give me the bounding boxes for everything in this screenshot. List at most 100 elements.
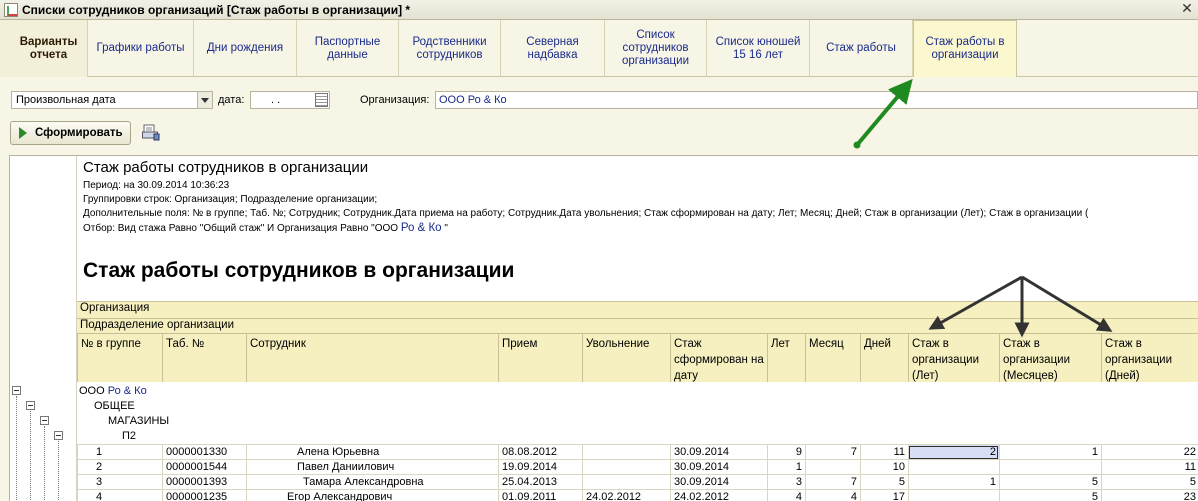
generate-label: Сформировать (35, 127, 123, 139)
cell-tab-no: 0000001235 (162, 490, 246, 501)
cell-asof: 30.09.2014 (670, 445, 767, 460)
cell-asof: 24.02.2012 (670, 490, 767, 501)
group-org: ООО Ро & Ко (79, 385, 147, 397)
cell-group-no: 1 (77, 445, 162, 460)
report-spreadsheet[interactable]: Стаж работы сотрудников в организации Пе… (9, 155, 1198, 501)
cell-fire (582, 445, 670, 460)
col-header-tab-no: Таб. № (162, 333, 246, 382)
cell-months: 7 (805, 475, 860, 490)
cell-tab-no: 0000001330 (162, 445, 246, 460)
cell-tab-no: 0000001544 (162, 460, 246, 475)
col-header-group-no: № в группе (77, 333, 162, 382)
tree-line (58, 441, 59, 501)
tab-employee-relatives[interactable]: Родственники сотрудников (399, 20, 501, 77)
collapse-dept2-icon[interactable] (40, 416, 49, 425)
tab-report-variants[interactable]: Варианты отчета (0, 20, 88, 77)
report-period: Период: на 30.09.2014 10:36:23 (83, 180, 230, 191)
cell-days: 11 (860, 445, 908, 460)
date-input[interactable]: . . (250, 91, 330, 109)
header-band-dept: Подразделение организации (77, 318, 1198, 334)
cell-org-years-selected[interactable]: 2 (908, 445, 999, 460)
cell-months (805, 460, 860, 475)
play-icon (19, 127, 27, 139)
organization-input[interactable]: ООО Ро & Ко (435, 91, 1198, 109)
cell-group-no: 2 (77, 460, 162, 475)
cell-org-months: 5 (999, 475, 1101, 490)
report-variant-tabs: Варианты отчета Графики работы Дни рожде… (0, 20, 1198, 77)
collapse-dept1-icon[interactable] (26, 401, 35, 410)
cell-org-years: 1 (908, 475, 999, 490)
cell-org-months: 1 (999, 445, 1101, 460)
collapse-dept3-icon[interactable] (54, 431, 63, 440)
date-value: . . (271, 94, 281, 106)
table-row[interactable]: 1 0000001330 Алена Юрьевна 08.08.2012 30… (77, 444, 1198, 460)
cell-group-no: 4 (77, 490, 162, 501)
table-row[interactable]: 2 0000001544 Павел Даниилович 19.09.2014… (77, 459, 1198, 475)
cell-org-years (908, 490, 999, 501)
col-header-asof: Стаж сформирован на дату (670, 333, 767, 382)
cell-hire: 01.09.2011 (498, 490, 582, 501)
tab-work-experience[interactable]: Стаж работы (810, 20, 913, 77)
close-icon[interactable]: ✕ (1180, 1, 1194, 16)
tree-line (44, 426, 45, 501)
tree-line (30, 411, 31, 501)
col-header-org-years: Стаж в организации (Лет) (908, 333, 999, 382)
header-band-org: Организация (77, 301, 1198, 318)
org-label: Организация: (360, 94, 430, 106)
chevron-down-icon[interactable] (197, 92, 212, 108)
cell-asof: 30.09.2014 (670, 475, 767, 490)
filter-suffix: " (441, 223, 448, 234)
tab-youth-list[interactable]: Список юношей 15 16 лет (707, 20, 810, 77)
report-big-title: Стаж работы сотрудников в организации (83, 259, 515, 282)
generate-button[interactable]: Сформировать (10, 121, 131, 145)
col-header-hire: Прием (498, 333, 582, 382)
col-header-org-days: Стаж в организации (Дней) (1101, 333, 1198, 382)
report-title: Стаж работы сотрудников в организации (83, 159, 369, 176)
tab-birthdays[interactable]: Дни рождения (194, 20, 297, 77)
col-header-org-months: Стаж в организации (Месяцев) (999, 333, 1101, 382)
cell-days: 5 (860, 475, 908, 490)
report-extra-fields: Дополнительные поля: № в группе; Таб. №;… (83, 208, 1089, 219)
group-dept3: П2 (122, 430, 137, 442)
period-type-select[interactable]: Произвольная дата (11, 91, 213, 109)
cell-employee: Егор Александрович (246, 490, 498, 501)
cell-fire: 24.02.2012 (582, 490, 670, 501)
calendar-icon[interactable] (315, 93, 328, 107)
table-row[interactable]: 4 0000001235 Егор Александрович 01.09.20… (77, 489, 1198, 501)
tab-work-schedules[interactable]: Графики работы (88, 20, 194, 77)
tab-northern-allowance[interactable]: Северная надбавка (501, 20, 605, 77)
table-row[interactable]: 3 0000001393 Тамара Александровна 25.04.… (77, 474, 1198, 490)
cell-fire (582, 475, 670, 490)
cell-group-no: 3 (77, 475, 162, 490)
cell-years: 3 (767, 475, 805, 490)
col-header-years: Лет (767, 333, 805, 382)
period-type-value: Произвольная дата (16, 94, 116, 106)
group-org-name: Ро & Ко (107, 385, 147, 397)
print-settings-icon[interactable] (142, 124, 160, 141)
tab-org-work-experience[interactable]: Стаж работы в организации (913, 20, 1017, 77)
col-header-employee: Сотрудник (246, 333, 498, 382)
cell-years: 4 (767, 490, 805, 501)
group-org-prefix: ООО (79, 385, 105, 397)
cell-days: 10 (860, 460, 908, 475)
cell-hire: 19.09.2014 (498, 460, 582, 475)
window-title-bar: Списки сотрудников организаций [Стаж раб… (0, 0, 1198, 20)
cell-asof: 30.09.2014 (670, 460, 767, 475)
tree-line (16, 396, 17, 501)
cell-org-days: 23 (1101, 490, 1198, 501)
cell-org-days: 22 (1101, 445, 1198, 460)
cell-org-days: 5 (1101, 475, 1198, 490)
filter-bar: Произвольная дата дата: . . Организация:… (0, 90, 1198, 110)
tab-org-employee-list[interactable]: Список сотрудников организации (605, 20, 707, 77)
cell-years: 1 (767, 460, 805, 475)
col-header-days: Дней (860, 333, 908, 382)
collapse-org-icon[interactable] (12, 386, 21, 395)
report-filter: Отбор: Вид стажа Равно "Общий стаж" И Ор… (83, 222, 448, 234)
filter-prefix: Отбор: Вид стажа Равно "Общий стаж" И Ор… (83, 223, 401, 234)
group-dept2: МАГАЗИНЫ (108, 415, 170, 427)
app-icon (4, 2, 18, 17)
tab-passport-data[interactable]: Паспортные данные (297, 20, 399, 77)
report-grouping: Группировки строк: Организация; Подразде… (83, 194, 378, 205)
cell-tab-no: 0000001393 (162, 475, 246, 490)
cell-days: 17 (860, 490, 908, 501)
